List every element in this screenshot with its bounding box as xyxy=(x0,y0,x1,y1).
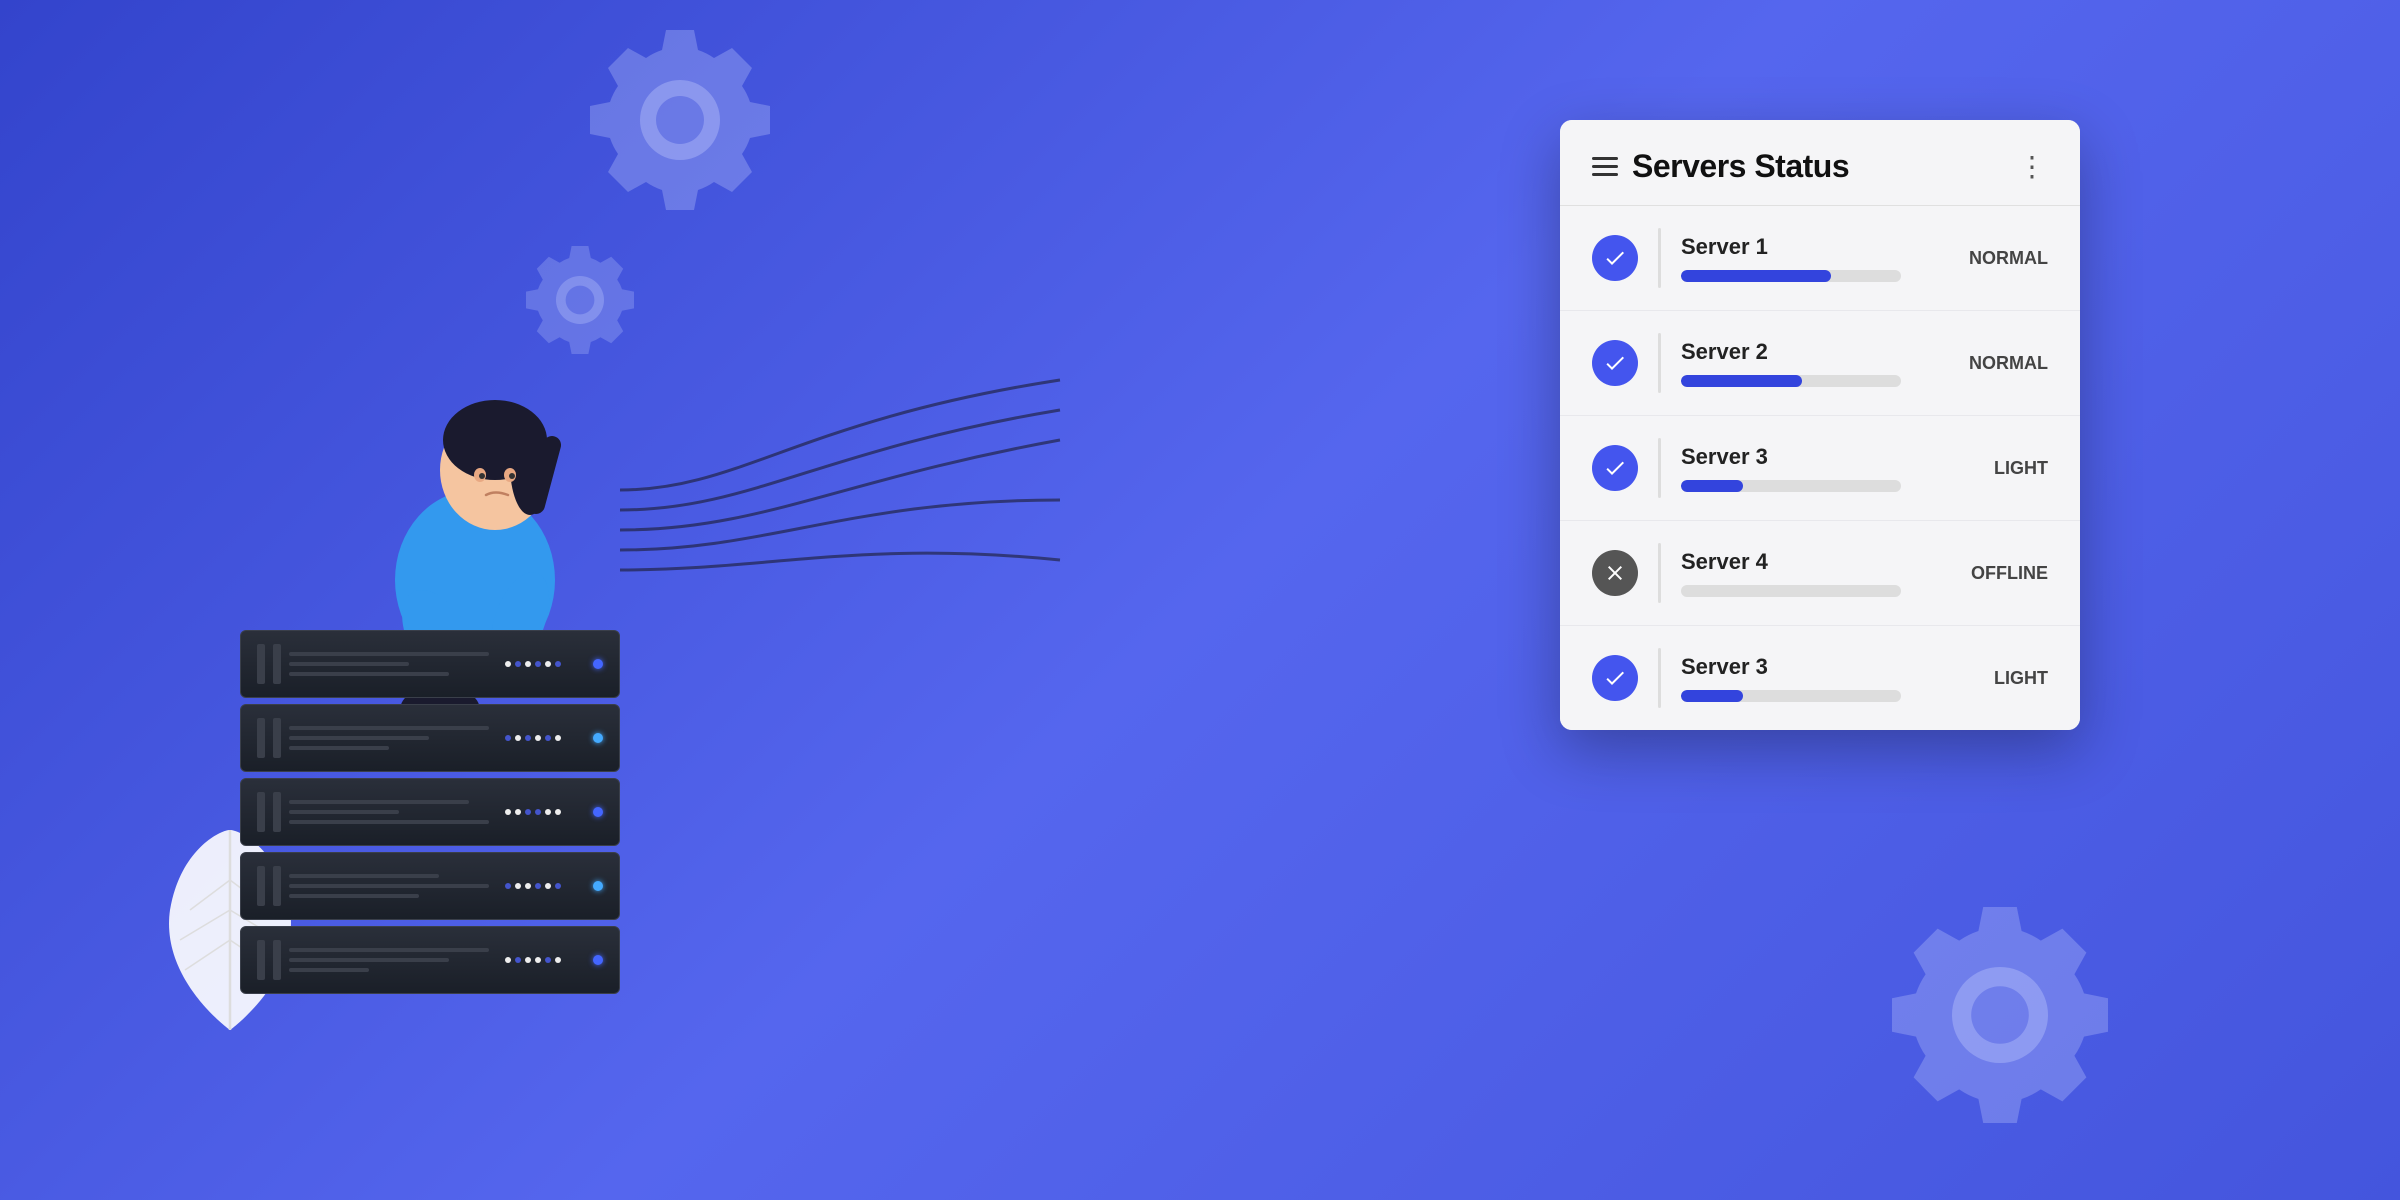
server-status-label-3: LIGHT xyxy=(1968,458,2048,479)
panel-title-group: Servers Status xyxy=(1592,148,1849,185)
progress-bar-fill-1 xyxy=(1681,270,1831,282)
server-row-2: Server 2 NORMAL xyxy=(1560,311,2080,416)
server-unit-5 xyxy=(240,926,620,994)
status-icon-3 xyxy=(1592,445,1638,491)
server-row-1: Server 1 NORMAL xyxy=(1560,206,2080,311)
panel-title: Servers Status xyxy=(1632,148,1849,185)
panel-header: Servers Status ⋮ xyxy=(1560,120,2080,206)
server-row-5: Server 3 LIGHT xyxy=(1560,626,2080,730)
server-unit-4 xyxy=(240,852,620,920)
divider-2 xyxy=(1658,333,1661,393)
check-icon xyxy=(1603,246,1627,270)
progress-bar-bg-2 xyxy=(1681,375,1901,387)
server-unit-3 xyxy=(240,778,620,846)
gear-top-icon xyxy=(580,20,780,225)
server-row-3: Server 3 LIGHT xyxy=(1560,416,2080,521)
server-info-5: Server 3 xyxy=(1681,654,1948,702)
server-info-3: Server 3 xyxy=(1681,444,1948,492)
server-name-2: Server 2 xyxy=(1681,339,1948,365)
check-icon xyxy=(1603,666,1627,690)
server-unit-1 xyxy=(240,630,620,698)
progress-bar-fill-5 xyxy=(1681,690,1743,702)
status-icon-1 xyxy=(1592,235,1638,281)
check-icon xyxy=(1603,351,1627,375)
servers-status-panel: Servers Status ⋮ Server 1 NORMAL xyxy=(1560,120,2080,730)
progress-bar-bg-5 xyxy=(1681,690,1901,702)
divider-4 xyxy=(1658,543,1661,603)
divider-1 xyxy=(1658,228,1661,288)
server-name-3: Server 3 xyxy=(1681,444,1948,470)
progress-bar-bg-1 xyxy=(1681,270,1901,282)
progress-bar-fill-3 xyxy=(1681,480,1743,492)
server-info-4: Server 4 xyxy=(1681,549,1948,597)
divider-3 xyxy=(1658,438,1661,498)
server-stack xyxy=(240,630,620,1000)
status-icon-2 xyxy=(1592,340,1638,386)
menu-icon xyxy=(1592,157,1618,176)
server-name-4: Server 4 xyxy=(1681,549,1948,575)
server-info-2: Server 2 xyxy=(1681,339,1948,387)
server-status-label-1: NORMAL xyxy=(1968,248,2048,269)
server-name-5: Server 3 xyxy=(1681,654,1948,680)
server-unit-2 xyxy=(240,704,620,772)
gear-small-icon xyxy=(520,240,640,365)
divider-5 xyxy=(1658,648,1661,708)
server-row-4: Server 4 OFFLINE xyxy=(1560,521,2080,626)
server-status-label-4: OFFLINE xyxy=(1968,563,2048,584)
gear-bottom-right-icon xyxy=(1880,895,2120,1140)
server-status-label-2: NORMAL xyxy=(1968,353,2048,374)
check-icon xyxy=(1603,456,1627,480)
progress-bar-fill-2 xyxy=(1681,375,1802,387)
progress-bar-bg-3 xyxy=(1681,480,1901,492)
server-status-label-5: LIGHT xyxy=(1968,668,2048,689)
status-icon-4 xyxy=(1592,550,1638,596)
progress-bar-bg-4 xyxy=(1681,585,1901,597)
server-list: Server 1 NORMAL Server 2 NORMAL xyxy=(1560,206,2080,730)
server-info-1: Server 1 xyxy=(1681,234,1948,282)
server-name-1: Server 1 xyxy=(1681,234,1948,260)
more-options-button[interactable]: ⋮ xyxy=(2018,150,2048,183)
x-icon xyxy=(1603,561,1627,585)
status-icon-5 xyxy=(1592,655,1638,701)
